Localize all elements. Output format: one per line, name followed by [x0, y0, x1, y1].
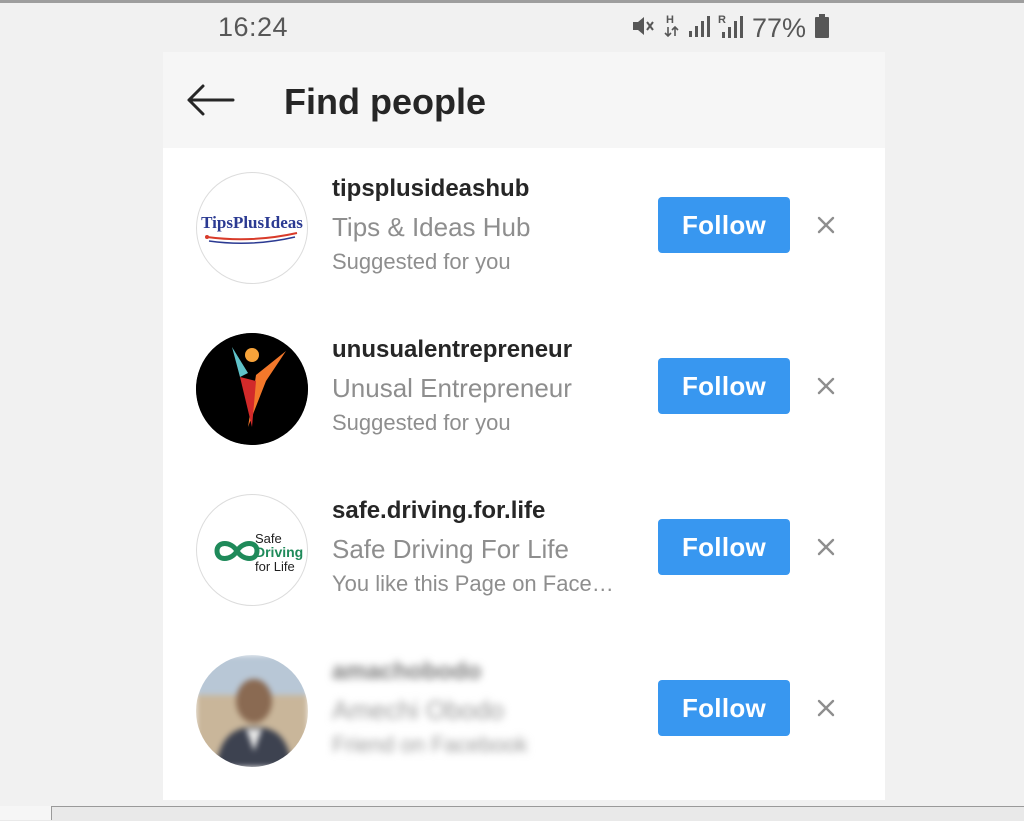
battery-icon [814, 13, 830, 44]
avatar[interactable] [196, 333, 308, 445]
username[interactable]: amachobodo [332, 657, 632, 687]
suggestion-text: unusualentrepreneur Unusal Entrepreneur … [332, 335, 632, 437]
avatar-logo-text: for Life [255, 559, 295, 574]
suggestion-row[interactable]: Safe Driving for Life safe.driving.for.l… [163, 470, 885, 630]
full-name: Tips & Ideas Hub [332, 212, 531, 242]
tipsplusideas-logo-icon: TipsPlusIdeas [201, 213, 303, 244]
close-icon [817, 538, 835, 556]
suggestion-text: tipsplusideashub Tips & Ideas Hub Sugges… [332, 174, 632, 276]
unusual-entrepreneur-logo-icon [196, 333, 308, 445]
close-icon [817, 377, 835, 395]
follow-button[interactable]: Follow [658, 519, 790, 575]
dismiss-button[interactable] [811, 532, 841, 562]
full-name: Unusal Entrepreneur [332, 373, 572, 403]
follow-button[interactable]: Follow [658, 197, 790, 253]
svg-text:H: H [666, 14, 674, 26]
close-icon [817, 699, 835, 717]
full-name: Amechi Obodo [332, 695, 504, 725]
avatar[interactable] [196, 655, 308, 767]
follow-button[interactable]: Follow [658, 680, 790, 736]
dismiss-button[interactable] [811, 693, 841, 723]
arrow-left-icon [187, 84, 235, 116]
suggestion-row[interactable]: TipsPlusIdeas tipsplusideashub Tips & Id… [163, 148, 885, 308]
status-icons: H R 77% [630, 12, 830, 44]
suggestion-reason: Friend on Facebook [332, 732, 528, 757]
avatar[interactable]: TipsPlusIdeas [196, 172, 308, 284]
window-bottom-bar [0, 806, 1024, 821]
suggestion-reason: You like this Page on Face… [332, 571, 614, 596]
dismiss-button[interactable] [811, 210, 841, 240]
full-name: Safe Driving For Life [332, 534, 569, 564]
username[interactable]: safe.driving.for.life [332, 496, 632, 526]
avatar-logo-text: TipsPlusIdeas [201, 213, 303, 232]
follow-button[interactable]: Follow [658, 358, 790, 414]
avatar-logo-text: Driving [255, 544, 303, 560]
back-button[interactable] [183, 80, 237, 120]
username[interactable]: tipsplusideashub [332, 174, 632, 204]
avatar[interactable]: Safe Driving for Life [196, 494, 308, 606]
suggestion-row[interactable]: unusualentrepreneur Unusal Entrepreneur … [163, 309, 885, 469]
suggestion-reason: Suggested for you [332, 249, 511, 274]
suggestion-reason: Suggested for you [332, 410, 511, 435]
battery-percent: 77% [752, 12, 807, 43]
dismiss-button[interactable] [811, 371, 841, 401]
mute-icon [630, 13, 656, 44]
person-photo-icon [196, 655, 308, 767]
close-icon [817, 216, 835, 234]
svg-text:R: R [718, 14, 726, 26]
hspa-icon: H [664, 12, 680, 45]
app-screen: Find people TipsPlusIdeas tipsplusideash… [163, 52, 885, 800]
username[interactable]: unusualentrepreneur [332, 335, 632, 365]
window-top-border [0, 0, 1024, 3]
status-time: 16:24 [218, 12, 289, 42]
roaming-signal-icon: R [718, 12, 744, 45]
window-bottom-tab[interactable] [0, 806, 52, 820]
suggestion-text: safe.driving.for.life Safe Driving For L… [332, 496, 632, 598]
suggestion-row[interactable]: amachobodo Amechi Obodo Friend on Facebo… [163, 631, 885, 791]
suggestion-text: amachobodo Amechi Obodo Friend on Facebo… [332, 657, 632, 759]
app-header: Find people [163, 52, 885, 148]
signal-icon [688, 14, 710, 43]
page-title: Find people [284, 81, 486, 122]
safe-driving-logo-icon: Safe Driving for Life [214, 531, 303, 574]
